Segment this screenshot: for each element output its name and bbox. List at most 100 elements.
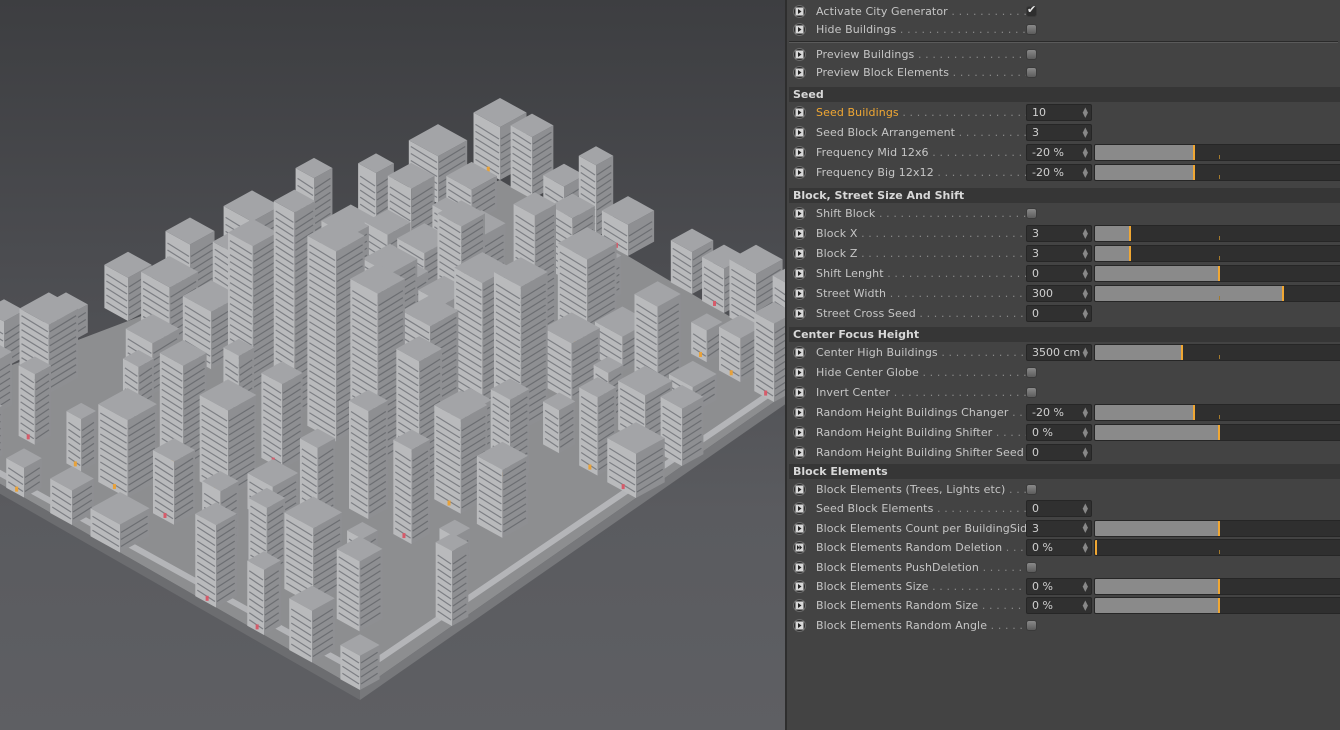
group-header-block-elements[interactable]: Block Elements [789, 464, 1340, 479]
keyframe-set-icon[interactable] [793, 541, 806, 555]
spinner-arrows-icon[interactable]: ▲ ▼ [1083, 426, 1088, 438]
spinner-arrows-icon[interactable]: ▲ ▼ [1083, 126, 1088, 138]
slider-handle[interactable] [1128, 226, 1131, 241]
number-field-street-width[interactable]: 300 ▲ ▼ [1026, 285, 1092, 302]
spinner-arrows-icon[interactable]: ▲ ▼ [1083, 146, 1088, 158]
animation-keyframe-icon[interactable] [793, 267, 806, 280]
animation-keyframe-icon[interactable] [793, 580, 806, 593]
animation-keyframe-icon[interactable] [793, 366, 806, 379]
spinner-arrows-icon[interactable]: ▲ ▼ [1083, 522, 1088, 534]
number-field-block-elements-random-size[interactable]: 0 % ▲ ▼ [1026, 597, 1092, 615]
animation-keyframe-icon[interactable] [793, 48, 806, 61]
animation-keyframe-icon[interactable] [793, 446, 806, 459]
slider-shift-lenght[interactable] [1094, 265, 1340, 282]
slider-handle[interactable] [1193, 165, 1196, 180]
number-field-random-height-building-shifter-seed[interactable]: 0 ▲ ▼ [1026, 444, 1092, 461]
checkbox-block-elements-random-angle[interactable] [1026, 619, 1037, 631]
number-field-random-height-building-shifter[interactable]: 0 % ▲ ▼ [1026, 424, 1092, 441]
animation-keyframe-icon[interactable] [793, 406, 806, 419]
slider-block-elements-random-size[interactable] [1094, 597, 1340, 615]
animation-keyframe-icon[interactable] [793, 346, 806, 359]
checkbox-preview-block-elements[interactable] [1026, 67, 1037, 78]
checkbox-shift-block[interactable] [1026, 208, 1037, 219]
animation-keyframe-icon[interactable] [793, 5, 806, 18]
animation-keyframe-icon[interactable] [793, 521, 806, 535]
number-field-block-z[interactable]: 3 ▲ ▼ [1026, 245, 1092, 262]
spinner-arrows-icon[interactable]: ▲ ▼ [1083, 599, 1088, 611]
number-field-seed-buildings[interactable]: 10 ▲ ▼ [1026, 104, 1092, 121]
spinner-arrows-icon[interactable]: ▲ ▼ [1083, 502, 1088, 514]
checkbox-block-elements-trees-lights-etc[interactable] [1026, 484, 1037, 495]
spinner-arrows-icon[interactable]: ▲ ▼ [1083, 346, 1088, 358]
number-field-seed-block-elements[interactable]: 0 ▲ ▼ [1026, 500, 1092, 518]
slider-handle[interactable] [1095, 540, 1097, 556]
slider-handle[interactable] [1180, 345, 1183, 360]
spinner-arrows-icon[interactable]: ▲ ▼ [1083, 580, 1088, 592]
spinner-arrows-icon[interactable]: ▲ ▼ [1083, 227, 1088, 239]
slider-handle[interactable] [1193, 145, 1196, 160]
slider-block-elements-random-deletion[interactable] [1094, 539, 1340, 557]
slider-handle[interactable] [1128, 246, 1131, 261]
slider-frequency-mid-12x6[interactable] [1094, 144, 1340, 161]
animation-keyframe-icon[interactable] [793, 618, 806, 632]
number-field-frequency-big-12x12[interactable]: -20 % ▲ ▼ [1026, 164, 1092, 181]
slider-block-x[interactable] [1094, 225, 1340, 242]
animation-keyframe-icon[interactable] [793, 126, 806, 139]
slider-block-elements-size[interactable] [1094, 578, 1340, 595]
number-field-block-elements-size[interactable]: 0 % ▲ ▼ [1026, 578, 1092, 595]
animation-keyframe-icon[interactable] [793, 146, 806, 159]
slider-street-width[interactable] [1094, 285, 1340, 302]
spinner-arrows-icon[interactable]: ▲ ▼ [1083, 106, 1088, 118]
slider-random-height-building-shifter[interactable] [1094, 424, 1340, 441]
number-field-block-elements-random-deletion[interactable]: 0 % ▲ ▼ [1026, 539, 1092, 557]
group-header-center-focus-height[interactable]: Center Focus Height [789, 327, 1340, 342]
slider-handle[interactable] [1218, 598, 1220, 614]
animation-keyframe-icon[interactable] [793, 426, 806, 439]
group-header-block-street-size-and-shift[interactable]: Block, Street Size And Shift [789, 188, 1340, 203]
number-field-seed-block-arrangement[interactable]: 3 ▲ ▼ [1026, 124, 1092, 141]
spinner-arrows-icon[interactable]: ▲ ▼ [1083, 541, 1088, 553]
spinner-arrows-icon[interactable]: ▲ ▼ [1083, 446, 1088, 458]
animation-keyframe-icon[interactable] [793, 247, 806, 260]
slider-handle[interactable] [1282, 286, 1285, 301]
slider-center-high-buildings[interactable] [1094, 344, 1340, 361]
slider-handle[interactable] [1218, 520, 1220, 536]
number-field-shift-lenght[interactable]: 0 ▲ ▼ [1026, 265, 1092, 282]
slider-block-elements-count-per-buildingside[interactable] [1094, 519, 1340, 537]
animation-keyframe-icon[interactable] [793, 599, 806, 613]
checkbox-hide-center-globe[interactable] [1026, 367, 1037, 378]
number-field-random-height-buildings-changer[interactable]: -20 % ▲ ▼ [1026, 404, 1092, 421]
animation-keyframe-icon[interactable] [793, 23, 806, 36]
number-field-block-elements-count-per-buildingside[interactable]: 3 ▲ ▼ [1026, 519, 1092, 537]
animation-keyframe-icon[interactable] [793, 483, 806, 496]
animation-keyframe-icon[interactable] [793, 66, 806, 79]
checkbox-hide-buildings[interactable] [1026, 24, 1037, 35]
checkbox-invert-center[interactable] [1026, 387, 1037, 398]
animation-keyframe-icon[interactable] [793, 166, 806, 179]
spinner-arrows-icon[interactable]: ▲ ▼ [1083, 406, 1088, 418]
spinner-arrows-icon[interactable]: ▲ ▼ [1083, 166, 1088, 178]
spinner-arrows-icon[interactable]: ▲ ▼ [1083, 307, 1088, 319]
animation-keyframe-icon[interactable] [793, 106, 806, 119]
number-field-frequency-mid-12x6[interactable]: -20 % ▲ ▼ [1026, 144, 1092, 161]
slider-block-z[interactable] [1094, 245, 1340, 262]
slider-random-height-buildings-changer[interactable] [1094, 404, 1340, 421]
group-header-seed[interactable]: Seed [789, 87, 1340, 102]
slider-frequency-big-12x12[interactable] [1094, 164, 1340, 181]
3d-viewport[interactable] [0, 0, 785, 730]
slider-handle[interactable] [1193, 405, 1196, 420]
number-field-block-x[interactable]: 3 ▲ ▼ [1026, 225, 1092, 242]
animation-keyframe-icon[interactable] [793, 502, 806, 516]
animation-keyframe-icon[interactable] [793, 207, 806, 220]
animation-keyframe-icon[interactable] [793, 307, 806, 320]
animation-keyframe-icon[interactable] [793, 227, 806, 240]
animation-keyframe-icon[interactable] [793, 287, 806, 300]
slider-handle[interactable] [1218, 266, 1220, 281]
animation-keyframe-icon[interactable] [793, 560, 806, 574]
checkbox-preview-buildings[interactable] [1026, 49, 1037, 60]
spinner-arrows-icon[interactable]: ▲ ▼ [1083, 267, 1088, 279]
number-field-center-high-buildings[interactable]: 3500 cm ▲ ▼ [1026, 344, 1092, 361]
spinner-arrows-icon[interactable]: ▲ ▼ [1083, 247, 1088, 259]
number-field-street-cross-seed[interactable]: 0 ▲ ▼ [1026, 305, 1092, 322]
slider-handle[interactable] [1218, 579, 1220, 594]
